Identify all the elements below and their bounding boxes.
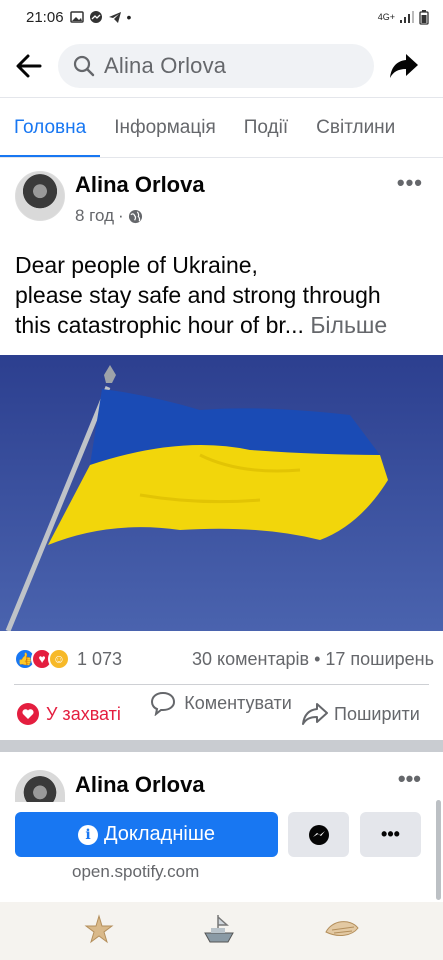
search-icon — [73, 55, 95, 76]
reaction-icons: 👍 ♥ ☺ — [14, 648, 70, 670]
learn-more-label: Докладніше — [104, 823, 215, 845]
post2-header: Alina Orlova ••• — [0, 752, 443, 808]
globe-icon — [128, 209, 142, 223]
post-more-button[interactable]: ••• — [397, 170, 423, 196]
heart-icon — [17, 703, 39, 725]
comments-shares-count[interactable]: 30 коментарів • 17 поширень — [192, 649, 434, 670]
share-button[interactable]: Поширити — [302, 702, 420, 726]
post-author[interactable]: Alina Orlova — [75, 172, 205, 198]
post2-author[interactable]: Alina Orlova — [75, 772, 205, 798]
tab-events[interactable]: Події — [230, 98, 302, 157]
comment-button[interactable]: Коментувати — [150, 690, 294, 716]
share-icon — [302, 703, 328, 725]
tab-about[interactable]: Інформація — [100, 98, 230, 157]
post-separator — [0, 740, 443, 752]
system-nav-bar — [0, 902, 443, 960]
page-tabs: Головна Інформація Події Світлини — [0, 98, 443, 158]
share-arrow-icon — [390, 53, 418, 78]
tab-home[interactable]: Головна — [0, 98, 101, 157]
status-icons: • — [69, 9, 132, 25]
comment-label: Коментувати — [184, 693, 292, 713]
see-more-link[interactable]: Більше — [310, 312, 387, 338]
link-domain[interactable]: open.spotify.com — [72, 862, 199, 882]
post2-more-button[interactable]: ••• — [398, 766, 421, 792]
post-time[interactable]: 8 год — [75, 206, 114, 226]
starfish-icon — [84, 913, 113, 943]
post-text-line: please stay safe and strong through — [15, 282, 381, 308]
signal-icon — [400, 11, 414, 23]
care-reaction-icon: ☺ — [48, 648, 70, 670]
scrollbar[interactable] — [436, 800, 441, 900]
share-page-button[interactable] — [374, 34, 434, 98]
battery-icon — [419, 9, 429, 25]
status-time: 21:06 — [26, 8, 64, 26]
ship-home-button[interactable] — [201, 911, 237, 952]
telegram-status-icon — [108, 12, 121, 23]
tab-photos[interactable]: Світлини — [302, 98, 409, 157]
messenger-icon — [308, 824, 329, 845]
network-type: 4G+ — [377, 12, 395, 22]
love-button[interactable]: У захваті — [16, 702, 121, 726]
starfish-recents-button[interactable] — [84, 913, 114, 949]
status-bar: 21:06 • 4G+ — [0, 0, 443, 34]
ukraine-flag-image — [0, 355, 443, 631]
love-label: У захваті — [46, 703, 121, 724]
status-right: 4G+ — [377, 9, 429, 25]
back-button[interactable] — [0, 34, 58, 98]
comment-icon — [150, 691, 176, 716]
shell-back-button[interactable] — [324, 916, 360, 947]
info-icon: i — [78, 824, 98, 845]
search-header: Alina Orlova — [0, 34, 443, 98]
post-meta: 8 год · — [75, 206, 143, 226]
ship-icon — [203, 914, 234, 942]
reactions-count[interactable]: 1 073 — [77, 649, 122, 670]
post-actions: У захваті Коментувати Поширити — [0, 690, 443, 738]
post-header: Alina Orlova 8 год · ••• — [0, 160, 443, 232]
dot-icon: • — [126, 9, 132, 25]
learn-more-button[interactable]: i Докладніше — [15, 812, 278, 857]
divider — [14, 684, 429, 685]
more-options-button[interactable]: ••• — [360, 812, 421, 857]
search-input-value[interactable]: Alina Orlova — [104, 53, 226, 79]
post-text-line: this catastrophic hour of br... Більше — [15, 310, 435, 340]
reactions-row[interactable]: 👍 ♥ ☺ 1 073 30 коментарів • 17 поширень — [14, 645, 434, 673]
post-text-line: Dear people of Ukraine, — [15, 252, 258, 278]
share-label: Поширити — [334, 703, 420, 724]
post-image[interactable] — [0, 355, 443, 631]
back-arrow-icon — [16, 54, 42, 77]
messenger-button[interactable] — [288, 812, 349, 857]
gallery-icon — [69, 11, 84, 23]
post-text: Dear people of Ukraine, please stay safe… — [15, 250, 435, 340]
search-field[interactable]: Alina Orlova — [58, 43, 374, 88]
avatar[interactable] — [15, 171, 65, 221]
shell-icon — [324, 920, 359, 936]
avatar[interactable] — [15, 770, 65, 802]
messenger-status-icon — [89, 11, 102, 23]
post-text-truncated: this catastrophic hour of br... — [15, 312, 304, 338]
meta-dot: · — [118, 206, 124, 225]
